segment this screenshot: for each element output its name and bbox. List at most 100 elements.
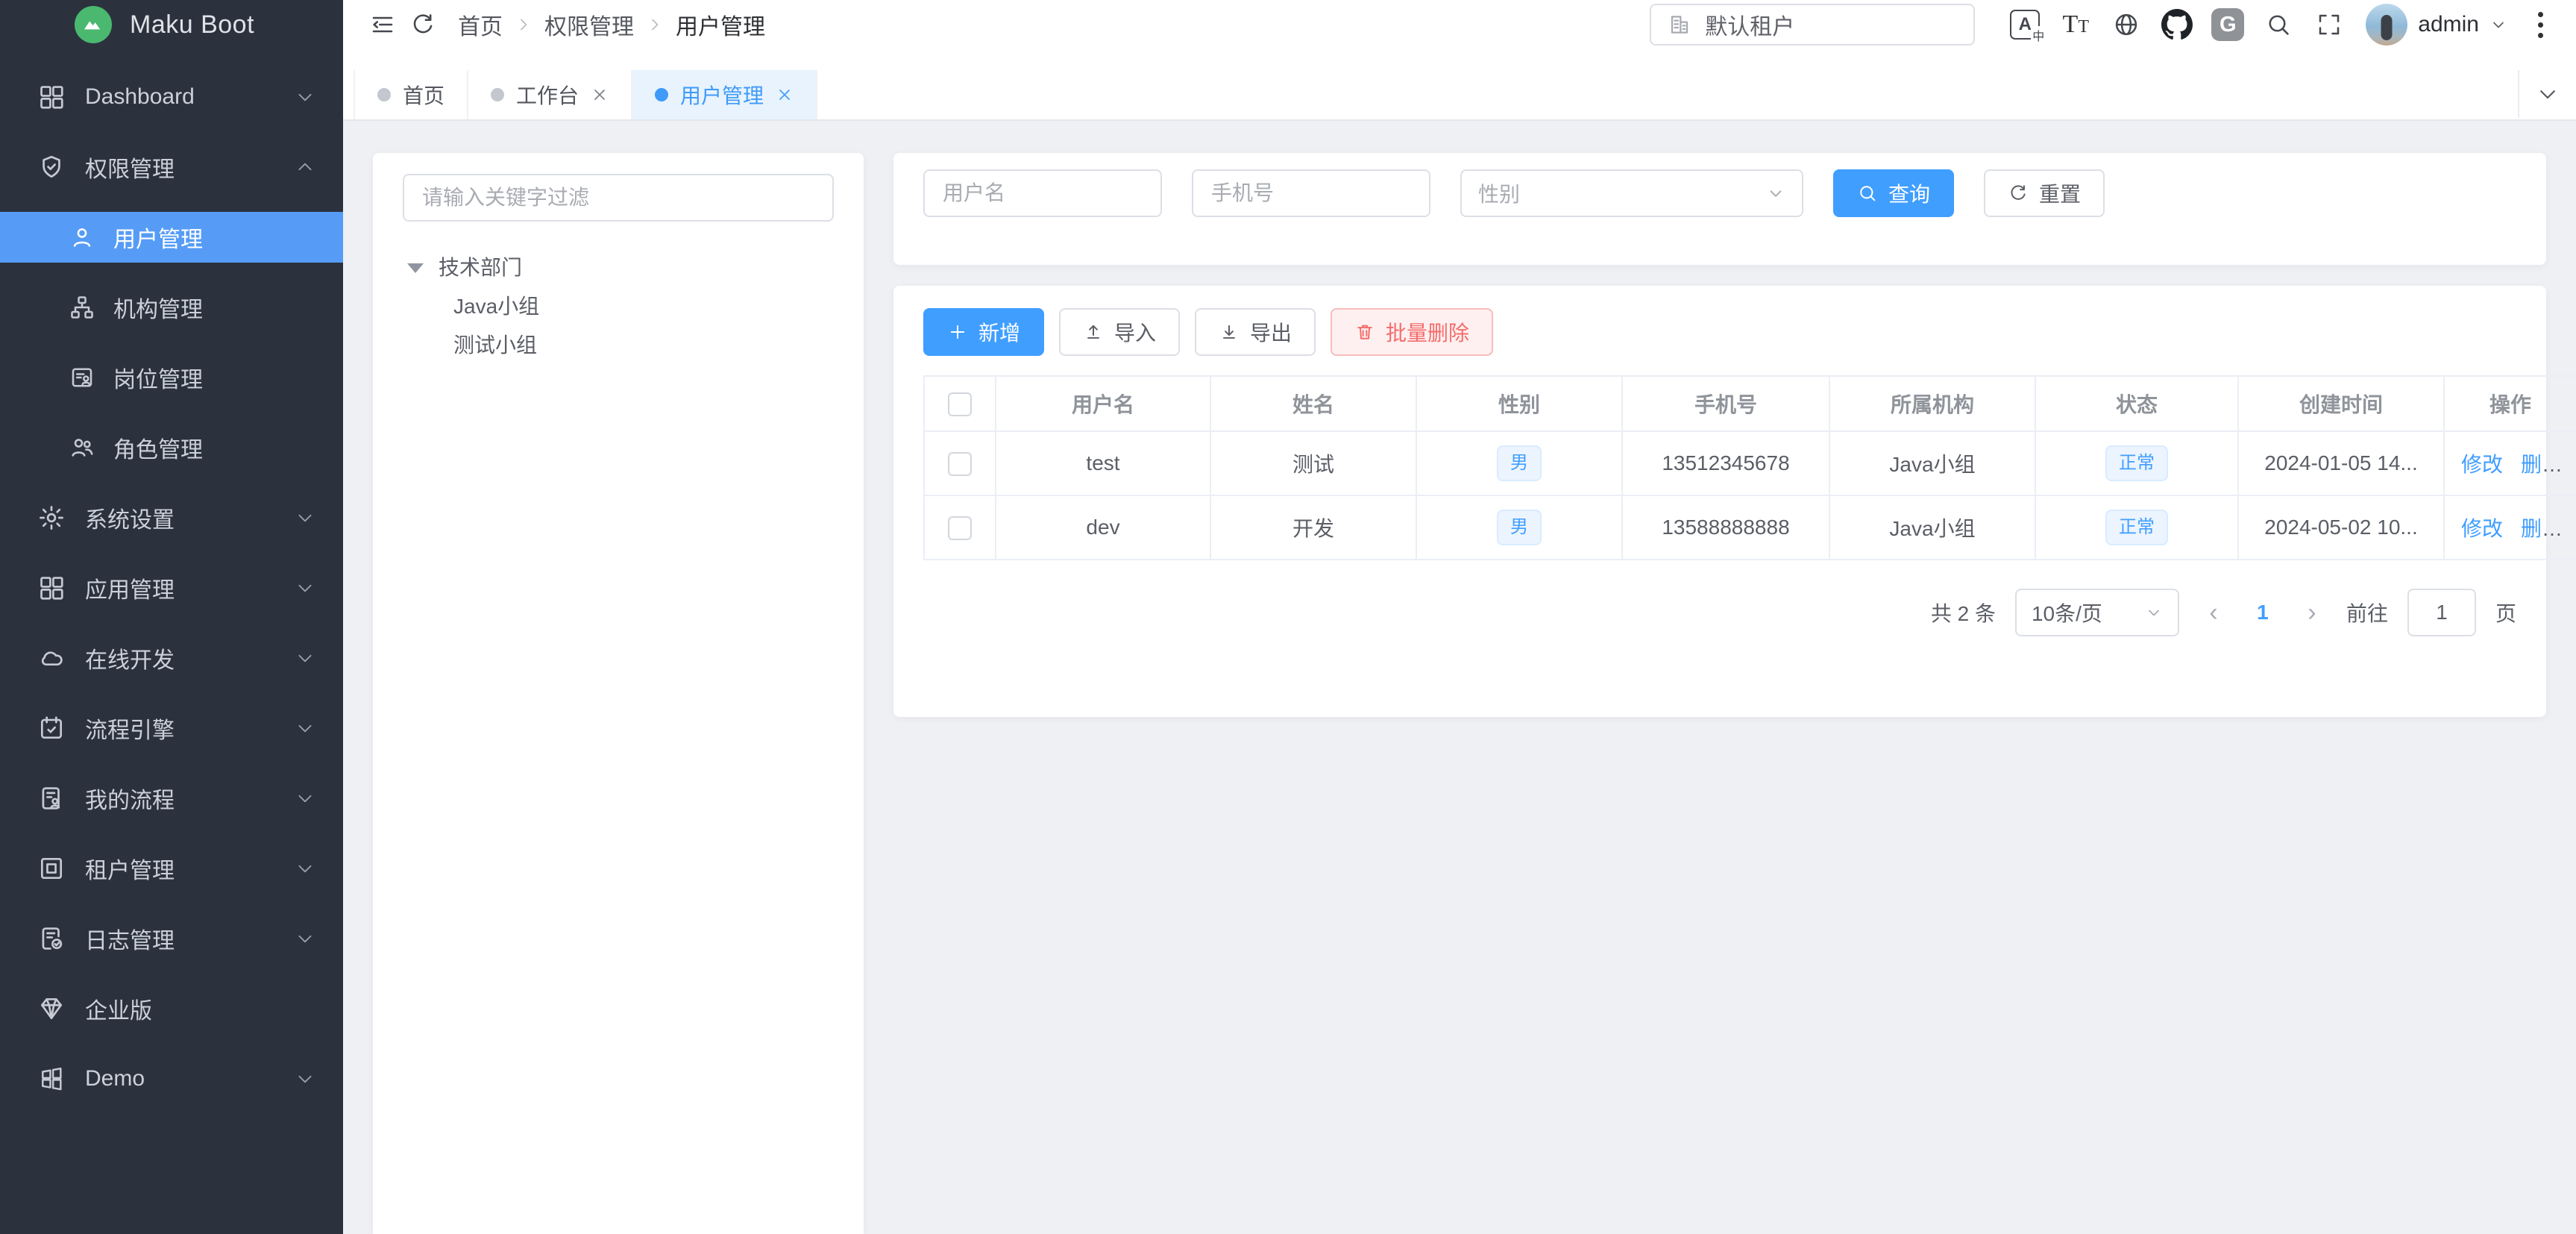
tab-bar: 首页 工作台 用户管理 bbox=[343, 49, 2576, 121]
sidebar-item-demo[interactable]: Demo bbox=[0, 1053, 343, 1104]
tabs-dropdown-button[interactable] bbox=[2518, 70, 2576, 118]
apps-grid-icon bbox=[37, 574, 66, 602]
chevron-up-icon bbox=[295, 157, 315, 177]
doc-check-icon bbox=[37, 924, 66, 953]
page-number[interactable]: 1 bbox=[2248, 601, 2278, 624]
chevron-down-icon bbox=[295, 508, 315, 527]
next-page-button[interactable]: › bbox=[2297, 598, 2327, 627]
badge-card-icon bbox=[69, 364, 95, 391]
gender-select[interactable]: 性别 bbox=[1460, 169, 1803, 217]
breadcrumb-permission[interactable]: 权限管理 bbox=[544, 8, 634, 41]
sidebar-item-enterprise[interactable]: 企业版 bbox=[0, 983, 343, 1034]
sidebar-item-system[interactable]: 系统设置 bbox=[0, 492, 343, 543]
import-button[interactable]: 导入 bbox=[1059, 308, 1180, 356]
refresh-icon bbox=[2008, 183, 2029, 204]
tree-node-java[interactable]: Java小组 bbox=[403, 286, 834, 325]
col-name: 姓名 bbox=[1210, 376, 1416, 431]
batch-delete-button[interactable]: 批量删除 bbox=[1331, 308, 1493, 356]
delete-link[interactable]: 删除 bbox=[2521, 517, 2563, 540]
close-icon[interactable] bbox=[776, 86, 794, 104]
tenant-select[interactable]: 默认租户 bbox=[1650, 4, 1975, 46]
page-size-select[interactable]: 10条/页 bbox=[2015, 589, 2179, 636]
user-icon bbox=[69, 224, 95, 251]
add-button[interactable]: 新增 bbox=[923, 308, 1044, 356]
phone-field[interactable] bbox=[1192, 169, 1430, 217]
avatar bbox=[2366, 4, 2407, 46]
pagination: 共 2 条 10条/页 ‹ 1 › 前往 页 bbox=[923, 589, 2516, 636]
sidebar-item-label: 系统设置 bbox=[85, 501, 295, 534]
tree-filter-input[interactable] bbox=[403, 174, 834, 222]
sidebar-item-log-mgmt[interactable]: 日志管理 bbox=[0, 913, 343, 964]
search-form-card: 性别 查询 重置 bbox=[893, 153, 2546, 265]
username-field[interactable] bbox=[923, 169, 1162, 217]
sidebar: Maku Boot Dashboard 权限管理 用户管理 机构管理 bbox=[0, 0, 343, 1234]
search-icon[interactable] bbox=[2258, 4, 2299, 45]
sidebar-item-online-dev[interactable]: 在线开发 bbox=[0, 633, 343, 683]
sidebar-menu: Dashboard 权限管理 用户管理 机构管理 岗位管理 bbox=[0, 49, 343, 1234]
cell-username: dev bbox=[996, 495, 1210, 560]
tab-workbench[interactable]: 工作台 bbox=[468, 70, 632, 119]
refresh-icon[interactable] bbox=[403, 4, 443, 45]
org-tree-panel: 技术部门 Java小组 测试小组 bbox=[373, 153, 864, 1234]
more-options-icon[interactable] bbox=[2524, 4, 2557, 45]
cell-created: 2024-01-05 14... bbox=[2238, 431, 2444, 495]
upload-icon bbox=[1083, 322, 1104, 342]
dashboard-grid-icon bbox=[37, 83, 66, 111]
sidebar-item-org-mgmt[interactable]: 机构管理 bbox=[0, 282, 343, 333]
edit-link[interactable]: 修改 bbox=[2461, 453, 2503, 476]
tree-node-root[interactable]: 技术部门 bbox=[403, 247, 834, 286]
caret-down-icon[interactable] bbox=[407, 263, 424, 273]
chevron-down-icon bbox=[295, 859, 315, 878]
goto-page-input[interactable] bbox=[2407, 589, 2476, 636]
sidebar-item-dashboard[interactable]: Dashboard bbox=[0, 72, 343, 122]
sidebar-item-role-mgmt[interactable]: 角色管理 bbox=[0, 422, 343, 473]
building-icon bbox=[1668, 13, 1691, 37]
tab-user-mgmt[interactable]: 用户管理 bbox=[632, 70, 817, 119]
cloud-icon bbox=[37, 644, 66, 672]
prev-page-button[interactable]: ‹ bbox=[2199, 598, 2228, 627]
app-title: Maku Boot bbox=[130, 10, 254, 40]
edit-link[interactable]: 修改 bbox=[2461, 517, 2503, 540]
tab-dot-icon bbox=[491, 88, 504, 101]
fullscreen-icon[interactable] bbox=[2309, 4, 2349, 45]
sidebar-item-label: 岗位管理 bbox=[113, 361, 315, 394]
github-icon[interactable] bbox=[2157, 4, 2197, 45]
reset-button[interactable]: 重置 bbox=[1984, 169, 2105, 217]
gender-tag: 男 bbox=[1497, 510, 1542, 545]
delete-link[interactable]: 删除 bbox=[2521, 453, 2563, 476]
select-all-checkbox[interactable] bbox=[948, 392, 972, 416]
font-size-icon[interactable]: TT bbox=[2055, 4, 2096, 45]
tenant-value: 默认租户 bbox=[1705, 8, 1794, 41]
sidebar-item-apps[interactable]: 应用管理 bbox=[0, 563, 343, 613]
collapse-sidebar-icon[interactable] bbox=[362, 4, 403, 45]
row-checkbox[interactable] bbox=[948, 452, 972, 476]
users-icon bbox=[69, 434, 95, 461]
col-org: 所属机构 bbox=[1829, 376, 2035, 431]
sidebar-item-workflow[interactable]: 流程引擎 bbox=[0, 703, 343, 754]
query-button[interactable]: 查询 bbox=[1833, 169, 1954, 217]
sidebar-item-user-mgmt[interactable]: 用户管理 bbox=[0, 212, 343, 263]
table-row[interactable]: test 测试 男 13512345678 Java小组 正常 2024-01-… bbox=[924, 431, 2576, 495]
close-icon[interactable] bbox=[591, 86, 609, 104]
user-menu[interactable]: admin bbox=[2366, 4, 2507, 46]
tab-home[interactable]: 首页 bbox=[354, 70, 468, 119]
globe-icon[interactable] bbox=[2106, 4, 2146, 45]
sidebar-item-tenant-mgmt[interactable]: 租户管理 bbox=[0, 843, 343, 894]
gitee-icon[interactable]: G bbox=[2208, 4, 2248, 45]
breadcrumb-home[interactable]: 首页 bbox=[458, 8, 503, 41]
row-checkbox[interactable] bbox=[948, 516, 972, 540]
sidebar-item-permission[interactable]: 权限管理 bbox=[0, 142, 343, 192]
translate-icon[interactable]: A中 bbox=[2005, 4, 2045, 45]
tree-node-test[interactable]: 测试小组 bbox=[403, 325, 834, 363]
page-unit-label: 页 bbox=[2495, 598, 2516, 627]
app-logo[interactable]: Maku Boot bbox=[0, 0, 343, 49]
table-row[interactable]: dev 开发 男 13588888888 Java小组 正常 2024-05-0… bbox=[924, 495, 2576, 560]
sidebar-item-label: Dashboard bbox=[85, 84, 295, 110]
export-button[interactable]: 导出 bbox=[1195, 308, 1316, 356]
sidebar-item-post-mgmt[interactable]: 岗位管理 bbox=[0, 352, 343, 403]
doc-user-icon bbox=[37, 784, 66, 812]
cell-username: test bbox=[996, 431, 1210, 495]
cell-org: Java小组 bbox=[1829, 495, 2035, 560]
status-badge: 正常 bbox=[2105, 445, 2168, 481]
sidebar-item-my-flows[interactable]: 我的流程 bbox=[0, 773, 343, 824]
